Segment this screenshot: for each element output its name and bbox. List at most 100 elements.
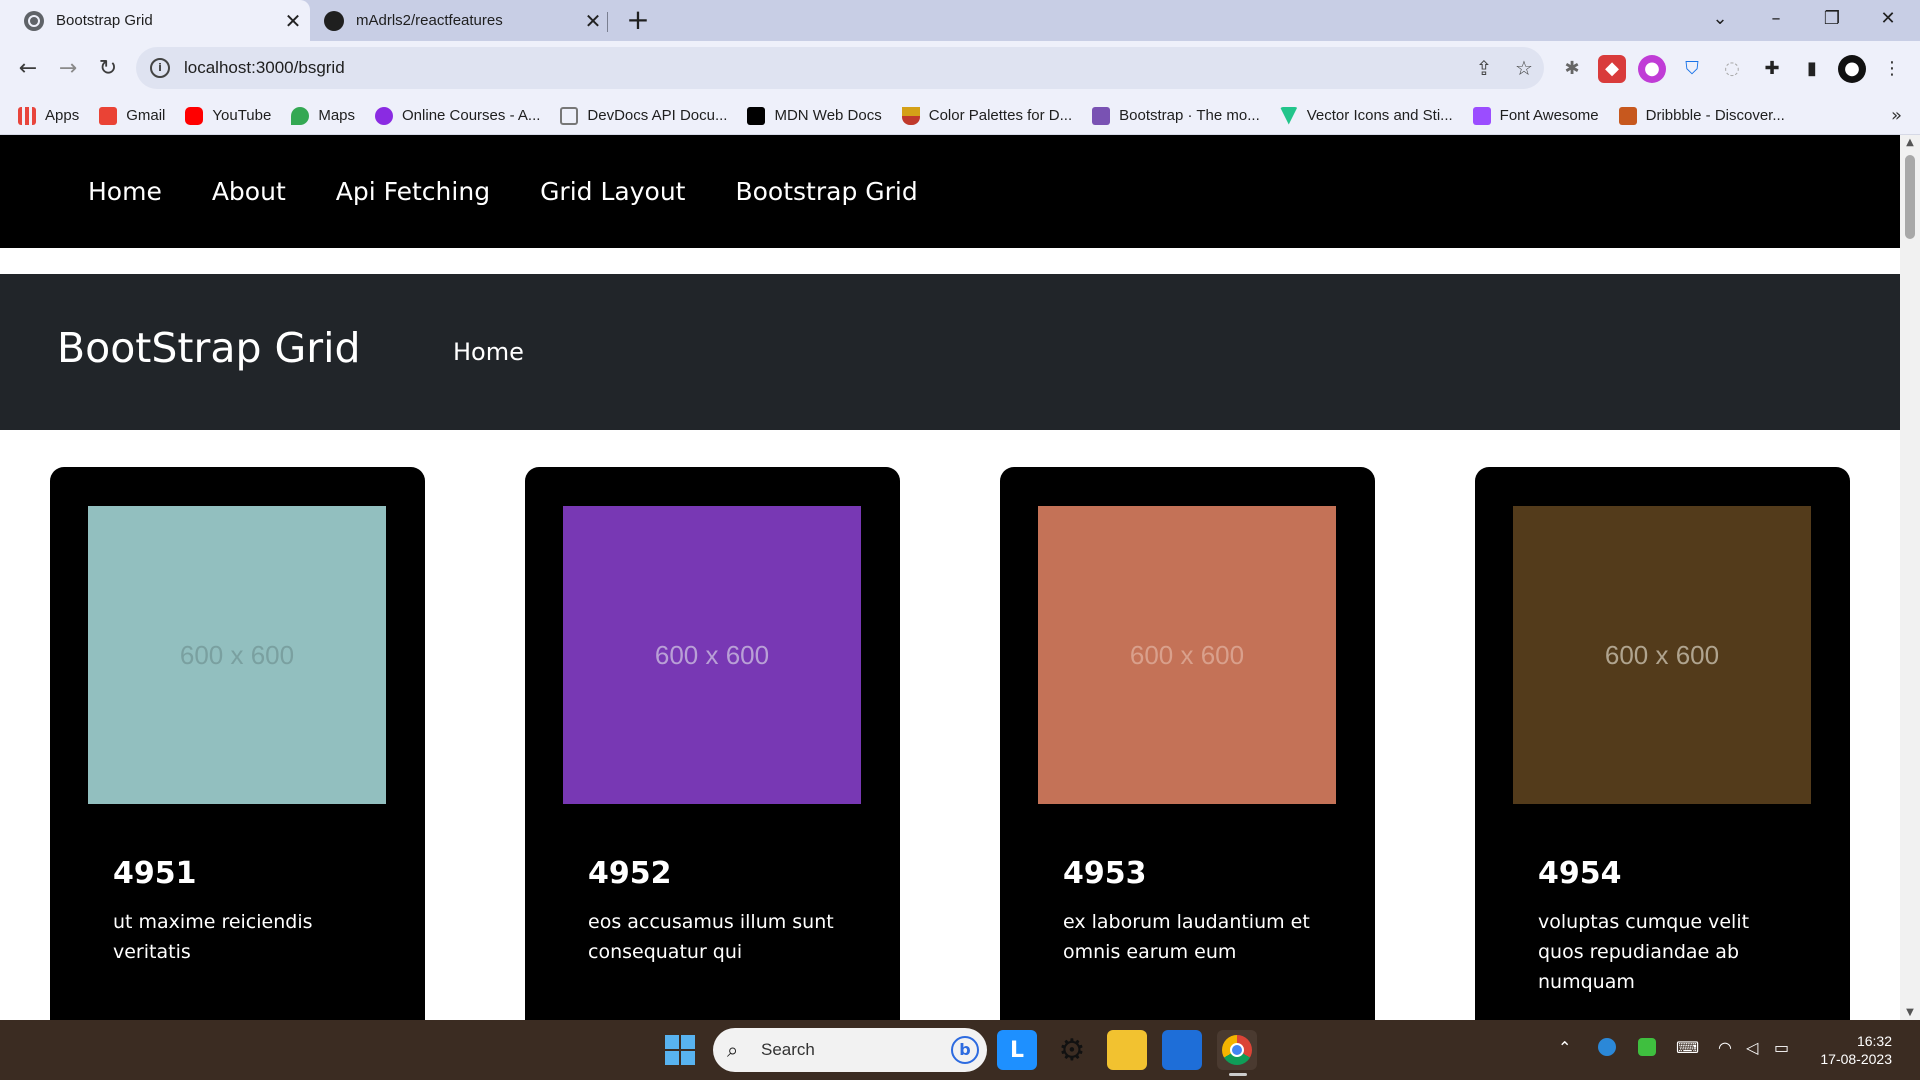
search-placeholder: Search	[761, 1040, 815, 1059]
forward-arrow-icon[interactable]: →	[50, 51, 86, 87]
share-icon[interactable]: ⇪	[1464, 56, 1504, 80]
windows-taskbar: ⌕ Search b L ⚙ ⌃ ⌨ ◠ ◁ ▭ 16:32 17-08-202…	[0, 1020, 1920, 1080]
new-tab-button[interactable]: +	[622, 4, 654, 36]
side-panel-icon[interactable]: ▮	[1798, 55, 1826, 83]
reload-icon[interactable]: ↻	[90, 51, 126, 87]
nav-grid-layout[interactable]: Grid Layout	[540, 177, 685, 206]
tab-title: Bootstrap Grid	[56, 12, 153, 29]
url-text[interactable]: localhost:3000/bsgrid	[184, 58, 1464, 78]
menu-dots-icon[interactable]: ⋮	[1878, 55, 1906, 83]
keyboard-icon[interactable]: ⌨	[1676, 1038, 1699, 1057]
bookmark-star-icon[interactable]: ☆	[1504, 56, 1544, 80]
fontawesome-icon	[1472, 106, 1491, 125]
bookmark-label: Online Courses - A...	[402, 107, 541, 124]
clock-date: 17-08-2023	[1820, 1051, 1892, 1067]
bookmark-label: Font Awesome	[1499, 107, 1599, 124]
taskbar-search-box[interactable]: ⌕ Search b	[713, 1028, 987, 1072]
address-bar[interactable]: i localhost:3000/bsgrid ⇪ ☆	[136, 47, 1544, 89]
site-info-icon[interactable]: i	[150, 58, 170, 78]
courses-icon	[375, 106, 394, 125]
extension-red-icon[interactable]: ◆	[1598, 55, 1626, 83]
bookmark-vector-icons[interactable]: Vector Icons and Sti...	[1279, 106, 1453, 125]
tab-search-chevron-icon[interactable]: ⌄	[1692, 0, 1748, 41]
close-icon[interactable]: ✕	[276, 9, 310, 33]
bookmark-gmail[interactable]: Gmail	[99, 106, 165, 125]
tab-bootstrap-grid[interactable]: Bootstrap Grid ✕	[0, 0, 310, 41]
minimize-button[interactable]: –	[1748, 0, 1804, 41]
image-size-label: 600 x 600	[1604, 639, 1720, 670]
nav-about[interactable]: About	[212, 177, 286, 206]
bookmark-label: Apps	[45, 107, 80, 124]
tray-overflow-chevron-icon[interactable]: ⌃	[1558, 1038, 1571, 1057]
apps-grid-icon	[18, 106, 36, 125]
active-app-indicator	[1229, 1073, 1247, 1076]
palette-icon	[901, 106, 920, 125]
bookmark-label: DevDocs API Docu...	[587, 107, 728, 124]
card-text: eos accusamus illum sunt consequatur qui	[588, 911, 834, 963]
tray-app-blue-icon[interactable]	[1598, 1038, 1616, 1056]
restore-button[interactable]: ❐	[1804, 0, 1860, 41]
bookmark-maps[interactable]: Maps	[291, 106, 356, 125]
bookmarks-bar: Apps Gmail YouTube Maps Online Courses -…	[0, 97, 1920, 135]
scroll-thumb[interactable]	[1905, 155, 1915, 239]
card-id: 4953	[1063, 856, 1147, 891]
image-size-label: 600 x 600	[1129, 639, 1245, 670]
scroll-down-arrow-icon[interactable]: ▼	[1900, 1007, 1920, 1018]
taskbar-app-l-icon[interactable]: L	[997, 1030, 1037, 1070]
bookmark-font-awesome[interactable]: Font Awesome	[1472, 106, 1599, 125]
bookmark-youtube[interactable]: YouTube	[185, 106, 271, 125]
page-viewport: Home About Api Fetching Grid Layout Boot…	[0, 135, 1900, 1020]
card-placeholder-image: 600 x 600	[1038, 506, 1336, 804]
windows-start-icon[interactable]	[665, 1035, 695, 1065]
globe-icon	[24, 10, 44, 31]
close-icon[interactable]: ✕	[576, 9, 610, 33]
card-id: 4952	[588, 856, 672, 891]
bookmark-dribbble[interactable]: Dribbble - Discover...	[1618, 106, 1785, 125]
bookmark-label: Color Palettes for D...	[928, 107, 1073, 124]
search-icon: ⌕	[727, 1038, 739, 1062]
maps-icon	[291, 106, 310, 125]
puzzle-extensions-icon[interactable]: ✚	[1758, 55, 1786, 83]
bookmark-color-palettes[interactable]: Color Palettes for D...	[901, 106, 1073, 125]
nav-api-fetching[interactable]: Api Fetching	[336, 177, 490, 206]
extension-ghost-icon[interactable]: ◌	[1718, 55, 1746, 83]
hero-home-link[interactable]: Home	[453, 338, 524, 366]
bookmark-label: Vector Icons and Sti...	[1306, 107, 1453, 124]
bookmark-online-courses[interactable]: Online Courses - A...	[375, 106, 541, 125]
bookmark-devdocs[interactable]: DevDocs API Docu...	[560, 106, 728, 125]
card-placeholder-image: 600 x 600	[1513, 506, 1811, 804]
bookmark-bootstrap[interactable]: Bootstrap · The mo...	[1092, 106, 1260, 125]
chrome-icon[interactable]	[1217, 1030, 1257, 1070]
card-placeholder-image: 600 x 600	[563, 506, 861, 804]
battery-icon[interactable]: ▭	[1774, 1038, 1789, 1057]
image-size-label: 600 x 600	[179, 639, 295, 670]
microsoft-store-icon[interactable]	[1162, 1030, 1202, 1070]
browser-toolbar: ← → ↻ i localhost:3000/bsgrid ⇪ ☆ ✱ ◆ ● …	[0, 41, 1920, 97]
shield-extension-icon[interactable]: ⛉	[1678, 55, 1706, 83]
gmail-icon	[99, 106, 118, 125]
nav-bootstrap-grid[interactable]: Bootstrap Grid	[735, 177, 917, 206]
back-arrow-icon[interactable]: ←	[10, 51, 46, 87]
extension-purple-icon[interactable]: ●	[1638, 55, 1666, 83]
bug-extension-icon[interactable]: ✱	[1558, 55, 1586, 83]
bookmarks-overflow-icon[interactable]: »	[1891, 105, 1902, 126]
profile-avatar[interactable]: ●	[1838, 55, 1866, 83]
card-id: 4954	[1538, 856, 1622, 891]
card-text: ex laborum laudantium et omnis earum eum	[1063, 911, 1310, 963]
settings-gear-icon[interactable]: ⚙	[1052, 1030, 1092, 1070]
tray-app-green-icon[interactable]	[1638, 1038, 1656, 1056]
clock-time: 16:32	[1856, 1033, 1892, 1049]
bookmark-label: Maps	[318, 107, 356, 124]
volume-icon[interactable]: ◁	[1746, 1038, 1758, 1057]
scroll-up-arrow-icon[interactable]: ▲	[1900, 137, 1920, 148]
wifi-icon[interactable]: ◠	[1718, 1038, 1732, 1057]
bookmark-mdn[interactable]: MDN Web Docs	[747, 106, 882, 125]
page-scrollbar[interactable]: ▲ ▼	[1900, 135, 1920, 1020]
window-close-button[interactable]: ✕	[1860, 0, 1916, 41]
file-explorer-icon[interactable]	[1107, 1030, 1147, 1070]
bookmark-apps[interactable]: Apps	[18, 106, 80, 125]
tab-github[interactable]: mAdrls2/reactfeatures ✕	[310, 0, 610, 41]
taskbar-clock[interactable]: 16:32 17-08-2023	[1812, 1032, 1892, 1068]
nav-home[interactable]: Home	[88, 177, 162, 206]
bing-icon[interactable]: b	[951, 1036, 979, 1064]
